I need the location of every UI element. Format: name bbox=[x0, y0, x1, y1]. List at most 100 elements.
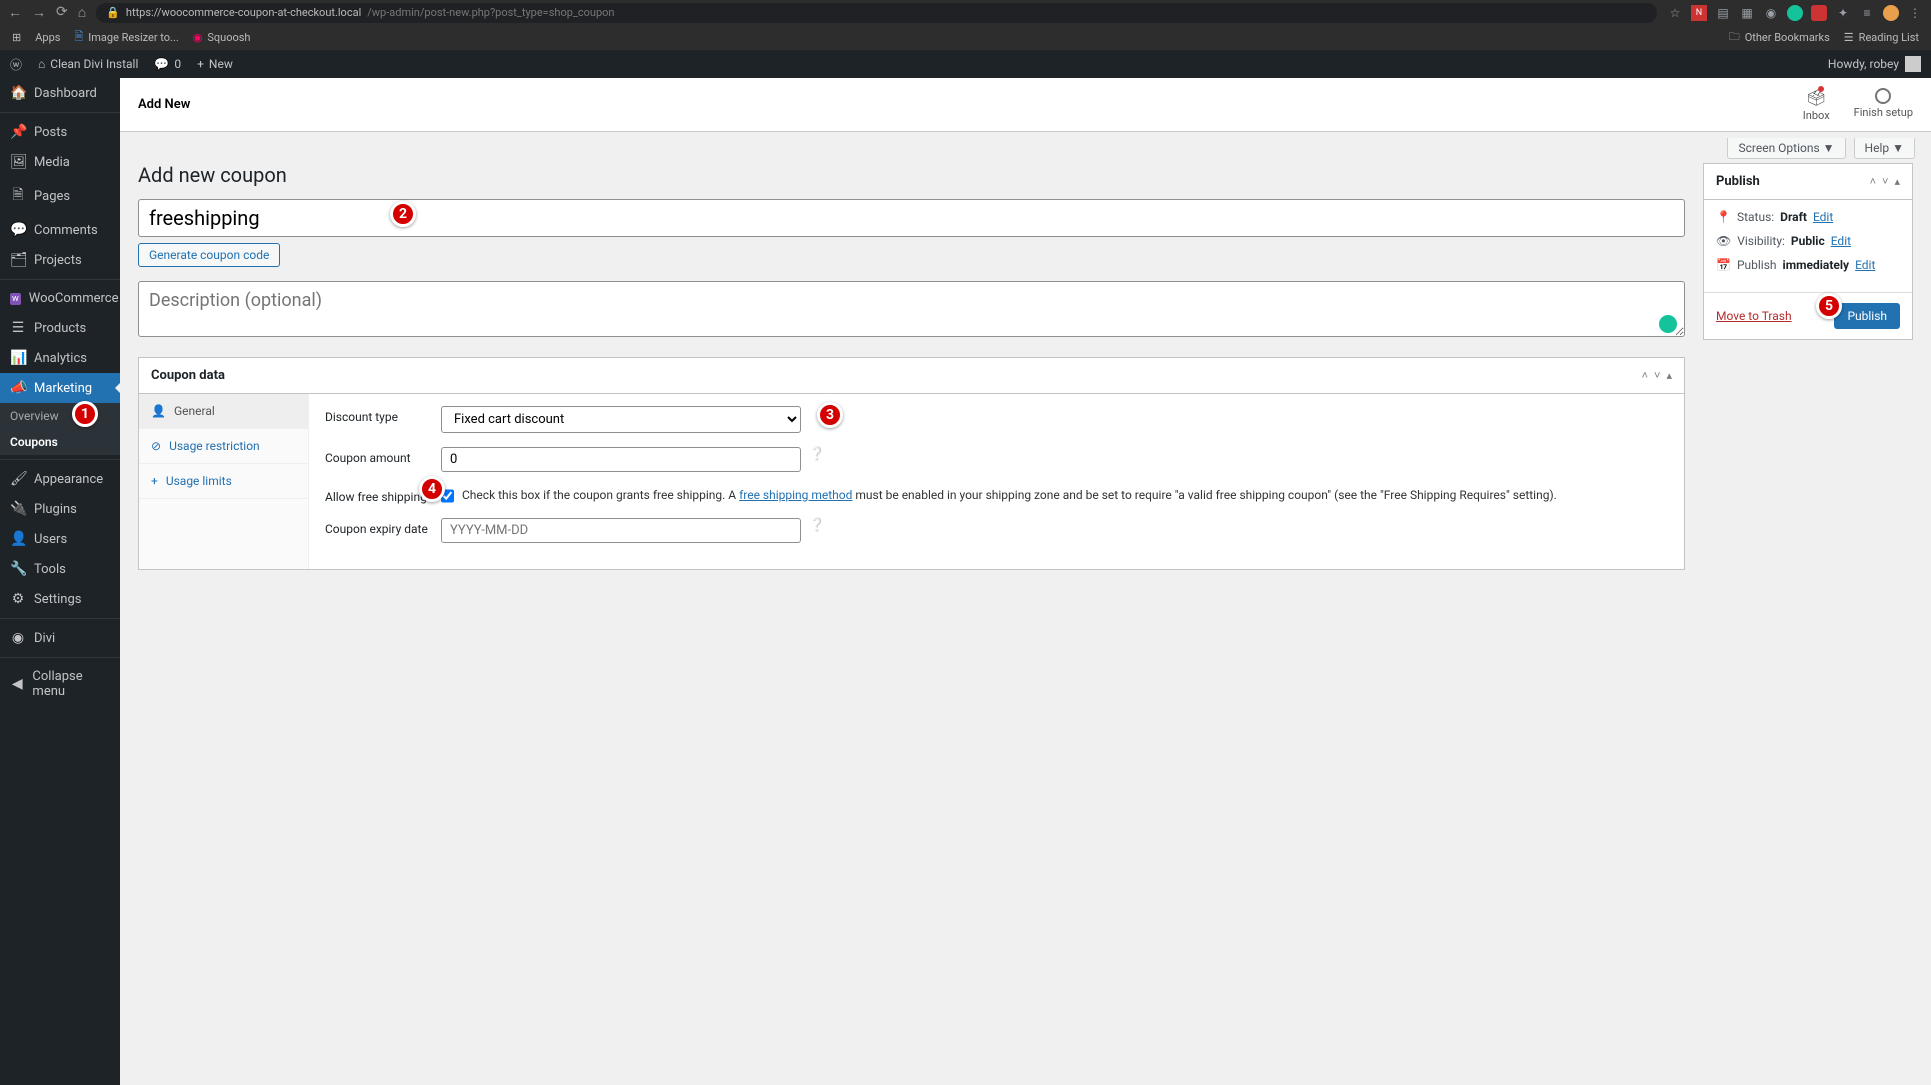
ext-icon-7[interactable]: ✦ bbox=[1835, 5, 1851, 21]
ext-icon-4[interactable]: ◉ bbox=[1763, 5, 1779, 21]
dashboard-icon: 🏠 bbox=[10, 85, 26, 101]
ext-icon-6[interactable] bbox=[1811, 5, 1827, 21]
comments-link[interactable]: 💬 0 bbox=[154, 57, 181, 71]
down-icon[interactable]: ˅ bbox=[1882, 175, 1888, 188]
grammarly-icon[interactable] bbox=[1659, 315, 1677, 333]
down-icon[interactable]: ˅ bbox=[1654, 369, 1660, 382]
generate-code-button[interactable]: Generate coupon code bbox=[138, 243, 280, 267]
ext-icon-8[interactable]: ≡ bbox=[1859, 5, 1875, 21]
avatar-icon[interactable] bbox=[1883, 5, 1899, 21]
sidebar-item-media[interactable]: 🖼Media bbox=[0, 147, 120, 177]
browser-extensions: ☆ N ▤ ▦ ◉ ✦ ≡ ⋮ bbox=[1667, 5, 1923, 21]
url-path: /wp-admin/post-new.php?post_type=shop_co… bbox=[367, 6, 614, 19]
tab-usage-limits[interactable]: +Usage limits bbox=[139, 464, 308, 499]
sidebar-item-plugins[interactable]: 🔌Plugins bbox=[0, 494, 120, 524]
coupon-data-box: Coupon data ˄ ˅ ▴ 👤General ⊘Usage restri… bbox=[138, 357, 1685, 570]
bookmark-squoosh[interactable]: ◉ Squoosh bbox=[193, 31, 251, 44]
divi-icon: ◉ bbox=[10, 630, 26, 646]
screen-options-button[interactable]: Screen Options ▼ bbox=[1727, 138, 1845, 159]
star-icon[interactable]: ☆ bbox=[1667, 5, 1683, 21]
help-icon[interactable]: ❔ bbox=[809, 447, 825, 462]
forward-icon[interactable]: → bbox=[32, 4, 46, 21]
wrench-icon: 🔧 bbox=[10, 561, 26, 577]
publish-heading: Publish bbox=[1716, 174, 1760, 189]
reload-icon[interactable]: ⟳ bbox=[56, 4, 68, 21]
products-icon: ☰ bbox=[10, 320, 26, 336]
tab-usage-restriction[interactable]: ⊘Usage restriction bbox=[139, 429, 308, 464]
gear-icon: ⚙ bbox=[10, 591, 26, 607]
publish-box: Publish ˄ ˅ ▴ 📍Status: Draft Edit 👁Visib… bbox=[1703, 163, 1913, 340]
edit-schedule-link[interactable]: Edit bbox=[1855, 258, 1875, 272]
up-icon[interactable]: ˄ bbox=[1642, 369, 1648, 382]
ext-icon-1[interactable]: N bbox=[1691, 5, 1707, 21]
sidebar-item-appearance[interactable]: 🖌Appearance bbox=[0, 464, 120, 494]
sidebar-item-tools[interactable]: 🔧Tools bbox=[0, 554, 120, 584]
bookmark-apps[interactable]: Apps bbox=[35, 31, 60, 44]
publish-button[interactable]: Publish bbox=[1834, 303, 1900, 329]
ext-icon-5[interactable] bbox=[1787, 5, 1803, 21]
annotation-badge-2: 2 bbox=[390, 201, 416, 227]
coupon-amount-input[interactable] bbox=[441, 447, 801, 472]
general-icon: 👤 bbox=[151, 404, 166, 418]
sidebar-item-projects[interactable]: 🗂Projects bbox=[0, 245, 120, 275]
sidebar-item-products[interactable]: ☰Products bbox=[0, 313, 120, 343]
collapse-icon: ◀ bbox=[10, 676, 24, 692]
discount-type-label: Discount type bbox=[325, 406, 441, 424]
ext-icon-3[interactable]: ▦ bbox=[1739, 5, 1755, 21]
sidebar-item-dashboard[interactable]: 🏠Dashboard bbox=[0, 78, 120, 108]
site-link[interactable]: ⌂ Clean Divi Install bbox=[38, 57, 138, 71]
bookmark-resizer[interactable]: 🗎 Image Resizer to... bbox=[74, 28, 178, 47]
submenu-overview[interactable]: Overview bbox=[0, 403, 120, 429]
annotation-badge-1: 1 bbox=[72, 401, 98, 427]
tab-general[interactable]: 👤General bbox=[139, 394, 308, 429]
help-icon[interactable]: ❔ bbox=[809, 518, 825, 533]
sidebar-item-pages[interactable]: 🗎Pages bbox=[0, 177, 120, 215]
apps-icon[interactable]: ⊞ bbox=[12, 31, 21, 44]
edit-visibility-link[interactable]: Edit bbox=[1831, 234, 1851, 248]
toggle-icon[interactable]: ▴ bbox=[1666, 369, 1672, 382]
pin-icon: 📌 bbox=[10, 124, 26, 140]
sidebar-item-posts[interactable]: 📌Posts bbox=[0, 117, 120, 147]
new-link[interactable]: + New bbox=[197, 57, 233, 71]
free-shipping-method-link[interactable]: free shipping method bbox=[739, 488, 852, 502]
wp-logo-icon[interactable]: ⓦ bbox=[10, 56, 22, 73]
sidebar-item-woocommerce[interactable]: wWooCommerce bbox=[0, 284, 120, 313]
allow-free-shipping-desc: Check this box if the coupon grants free… bbox=[462, 486, 1668, 504]
discount-type-select[interactable]: Fixed cart discount bbox=[441, 406, 801, 433]
calendar-icon: 📅 bbox=[1716, 258, 1731, 272]
annotation-badge-5: 5 bbox=[1816, 293, 1842, 319]
ext-icon-2[interactable]: ▤ bbox=[1715, 5, 1731, 21]
help-button[interactable]: Help ▼ bbox=[1854, 138, 1915, 159]
finish-setup-link[interactable]: Finish setup bbox=[1854, 88, 1913, 122]
comment-icon: 💬 bbox=[10, 222, 26, 238]
annotation-badge-4: 4 bbox=[419, 476, 445, 502]
sidebar-item-divi[interactable]: ◉Divi bbox=[0, 623, 120, 653]
submenu-coupons[interactable]: Coupons bbox=[0, 429, 120, 455]
inbox-link[interactable]: 🗳 Inbox bbox=[1803, 88, 1830, 122]
megaphone-icon: 📣 bbox=[10, 380, 26, 396]
toggle-icon[interactable]: ▴ bbox=[1894, 175, 1900, 188]
page-icon: 🗎 bbox=[10, 184, 26, 208]
move-to-trash-link[interactable]: Move to Trash bbox=[1716, 309, 1792, 323]
url-bar[interactable]: 🔒 https://woocommerce-coupon-at-checkout… bbox=[96, 3, 1657, 23]
description-input[interactable] bbox=[138, 281, 1685, 337]
other-bookmarks[interactable]: 🗀 Other Bookmarks bbox=[1729, 28, 1830, 47]
sidebar-item-users[interactable]: 👤Users bbox=[0, 524, 120, 554]
sidebar-item-collapse[interactable]: ◀Collapse menu bbox=[0, 662, 120, 706]
up-icon[interactable]: ˄ bbox=[1870, 175, 1876, 188]
howdy-link[interactable]: Howdy, robey bbox=[1828, 56, 1921, 72]
home-icon[interactable]: ⌂ bbox=[78, 4, 86, 21]
sidebar-item-comments[interactable]: 💬Comments bbox=[0, 215, 120, 245]
reading-list[interactable]: ☰ Reading List bbox=[1844, 28, 1919, 47]
back-icon[interactable]: ← bbox=[8, 4, 22, 21]
sidebar-item-settings[interactable]: ⚙Settings bbox=[0, 584, 120, 614]
user-avatar-icon bbox=[1905, 56, 1921, 72]
edit-status-link[interactable]: Edit bbox=[1813, 210, 1833, 224]
page-title: Add new coupon bbox=[138, 163, 1685, 187]
limits-icon: + bbox=[151, 474, 158, 488]
expiry-date-input[interactable] bbox=[441, 518, 801, 543]
coupon-code-input[interactable] bbox=[138, 199, 1685, 237]
sidebar-item-marketing[interactable]: 📣Marketing bbox=[0, 373, 120, 403]
menu-icon[interactable]: ⋮ bbox=[1907, 5, 1923, 21]
sidebar-item-analytics[interactable]: 📊Analytics bbox=[0, 343, 120, 373]
